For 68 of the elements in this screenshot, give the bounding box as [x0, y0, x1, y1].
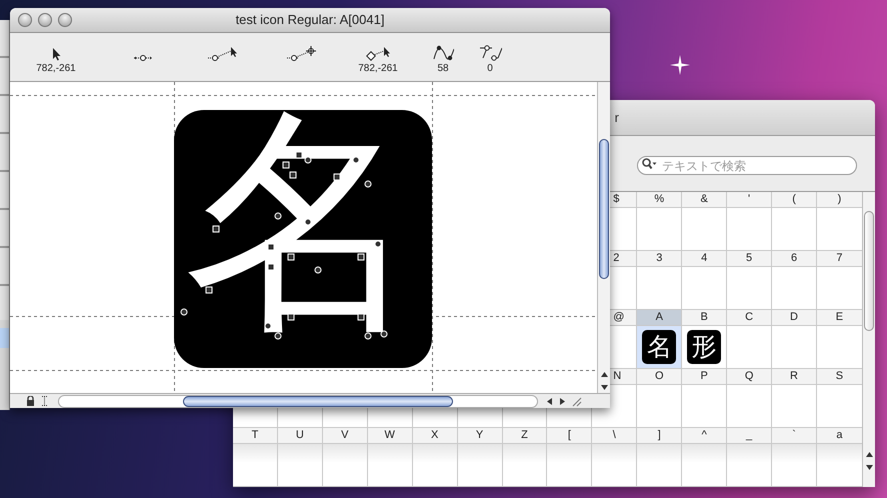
- window-title: test icon Regular: A[0041]: [236, 11, 384, 30]
- scroll-thumb[interactable]: [864, 211, 874, 331]
- glyph-slot-label[interactable]: B: [682, 310, 726, 325]
- glyph-slot-label[interactable]: X: [412, 428, 457, 443]
- glyph-slot-label[interactable]: \: [592, 428, 636, 443]
- glyph-slot-label[interactable]: C: [727, 310, 772, 325]
- glyph-slot-label[interactable]: W: [368, 428, 412, 443]
- resize-grip-icon[interactable]: [570, 395, 582, 407]
- glyph-slot-label[interactable]: &: [682, 192, 726, 207]
- glyph-slot-label[interactable]: 3: [637, 251, 682, 266]
- glyph-slot-label[interactable]: V: [322, 428, 367, 443]
- star-drawing: [670, 55, 690, 75]
- glyph-slot-label[interactable]: 2: [610, 251, 636, 266]
- glyph-slot-label[interactable]: ): [816, 192, 862, 207]
- glyph-slot-label[interactable]: O: [637, 369, 682, 384]
- scrollbar[interactable]: [597, 82, 610, 393]
- minimize-button[interactable]: [38, 13, 52, 27]
- readout-value: 782,-261: [358, 63, 398, 75]
- glyph-slot-label[interactable]: S: [816, 369, 862, 384]
- glyph-outline-drawing[interactable]: 名: [168, 104, 438, 374]
- scroll-thumb[interactable]: [183, 396, 453, 406]
- glyph-slot-label[interactable]: T: [233, 428, 277, 443]
- glyph-slot-label[interactable]: A: [637, 310, 682, 325]
- glyph-slot-label[interactable]: Y: [458, 428, 502, 443]
- glyph-slot-label[interactable]: 4: [682, 251, 726, 266]
- readout-value: 782,-261: [36, 63, 76, 75]
- readout-value: 0: [487, 63, 493, 75]
- glyph-slot-label[interactable]: ': [727, 192, 772, 207]
- glyph-slot-label[interactable]: %: [637, 192, 682, 207]
- text-cursor-icon[interactable]: [41, 396, 48, 406]
- glyph-slot-label[interactable]: D: [772, 310, 816, 325]
- glyph-slot-label[interactable]: E: [816, 310, 862, 325]
- glyph-slot-label[interactable]: ^: [682, 428, 726, 443]
- glyph-slot-label[interactable]: 7: [816, 251, 862, 266]
- readout-value: 58: [437, 63, 449, 75]
- lock-icon[interactable]: [26, 396, 35, 406]
- glyph-slot-label[interactable]: @: [610, 310, 636, 325]
- pointer-icon: [52, 47, 60, 61]
- window-title: r: [614, 108, 619, 127]
- point-pointer-icon: [207, 46, 237, 61]
- search-field[interactable]: テキストで検索: [637, 156, 857, 176]
- point-icon: [132, 55, 152, 61]
- glyph-slot-label[interactable]: ]: [637, 428, 682, 443]
- glyph-slot-label[interactable]: 5: [727, 251, 772, 266]
- glyph-slot-label[interactable]: Z: [502, 428, 546, 443]
- close-button[interactable]: [18, 13, 32, 27]
- glyph-slot-label[interactable]: R: [772, 369, 816, 384]
- glyph-slot-label[interactable]: [: [547, 428, 592, 443]
- glyph-canvas[interactable]: 名: [10, 82, 597, 393]
- glyph-slot-label[interactable]: Q: [727, 369, 772, 384]
- horizontal-scrollbar[interactable]: [58, 394, 538, 408]
- search-icon[interactable]: [642, 158, 657, 169]
- glyph-slot-label[interactable]: `: [772, 428, 816, 443]
- corner-pointer-icon: [366, 46, 390, 61]
- glyph-slot-label[interactable]: _: [727, 428, 772, 443]
- scrollbar[interactable]: [862, 192, 875, 487]
- scroll-thumb[interactable]: [599, 139, 609, 279]
- glyph-slot-label[interactable]: U: [278, 428, 322, 443]
- point-to-point-icon: [286, 45, 316, 61]
- curve-points-icon: [478, 45, 502, 61]
- zoom-button[interactable]: [58, 13, 72, 27]
- glyph-slot-label[interactable]: P: [682, 369, 726, 384]
- glyph-slot-label[interactable]: $: [610, 192, 636, 207]
- curve-icon: [432, 45, 454, 61]
- glyph-slot-label[interactable]: 6: [772, 251, 816, 266]
- glyph-slot-label[interactable]: a: [816, 428, 862, 443]
- glyph-slot-label[interactable]: N: [610, 369, 636, 384]
- glyph-slot-label[interactable]: (: [772, 192, 816, 207]
